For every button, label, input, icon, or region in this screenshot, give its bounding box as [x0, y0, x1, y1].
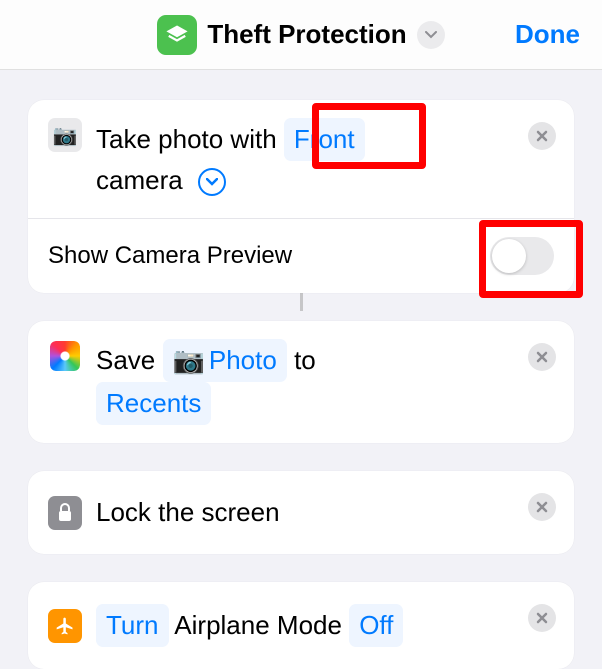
- remove-action-button[interactable]: [528, 122, 556, 150]
- camera-selector-token[interactable]: Front: [284, 118, 365, 161]
- text-suffix: camera: [96, 165, 183, 195]
- action-card-lock-screen[interactable]: Lock the screen: [28, 471, 574, 554]
- done-button[interactable]: Done: [515, 19, 580, 50]
- flow-connector: [300, 293, 303, 311]
- close-icon: [536, 612, 548, 624]
- remove-action-button[interactable]: [528, 493, 556, 521]
- shortcut-app-icon: [157, 15, 197, 55]
- album-selector-token[interactable]: Recents: [96, 382, 211, 425]
- photos-app-icon: [48, 339, 82, 373]
- camera-icon: 📷: [48, 118, 82, 152]
- text-prefix: Save: [96, 345, 155, 375]
- toggle-knob: [492, 239, 526, 273]
- action-card-take-photo[interactable]: 📷 Take photo with Front camera Show: [28, 100, 574, 293]
- action-text: Take photo with Front camera: [96, 118, 554, 200]
- off-token[interactable]: Off: [349, 604, 403, 647]
- actions-list: 📷 Take photo with Front camera Show: [0, 70, 602, 669]
- option-label: Show Camera Preview: [48, 242, 292, 270]
- chevron-down-icon: [425, 31, 437, 39]
- action-text: Lock the screen: [96, 493, 554, 532]
- text-mid: Airplane Mode: [174, 610, 342, 640]
- text-mid: to: [294, 345, 316, 375]
- header-center: Theft Protection: [157, 15, 444, 55]
- action-card-save-photo[interactable]: Save 📷Photo to Recents: [28, 321, 574, 443]
- airplane-icon: [48, 609, 82, 643]
- lock-icon: [48, 496, 82, 530]
- camera-preview-toggle[interactable]: [490, 237, 554, 275]
- expand-options-button[interactable]: [198, 168, 226, 196]
- title-menu-button[interactable]: [417, 21, 445, 49]
- header-bar: Theft Protection Done: [0, 0, 602, 70]
- photo-variable-token[interactable]: 📷Photo: [163, 339, 287, 382]
- turn-token[interactable]: Turn: [96, 604, 169, 647]
- camera-preview-option-row: Show Camera Preview: [28, 219, 574, 293]
- close-icon: [536, 351, 548, 363]
- text-prefix: Take photo with: [96, 124, 277, 154]
- action-card-airplane-mode[interactable]: Turn Airplane Mode Off: [28, 582, 574, 669]
- action-text: Turn Airplane Mode Off: [96, 604, 554, 647]
- page-title: Theft Protection: [207, 19, 406, 50]
- action-text: Save 📷Photo to Recents: [96, 339, 554, 425]
- remove-action-button[interactable]: [528, 604, 556, 632]
- close-icon: [536, 501, 548, 513]
- remove-action-button[interactable]: [528, 343, 556, 371]
- close-icon: [536, 130, 548, 142]
- chevron-down-icon: [206, 178, 218, 186]
